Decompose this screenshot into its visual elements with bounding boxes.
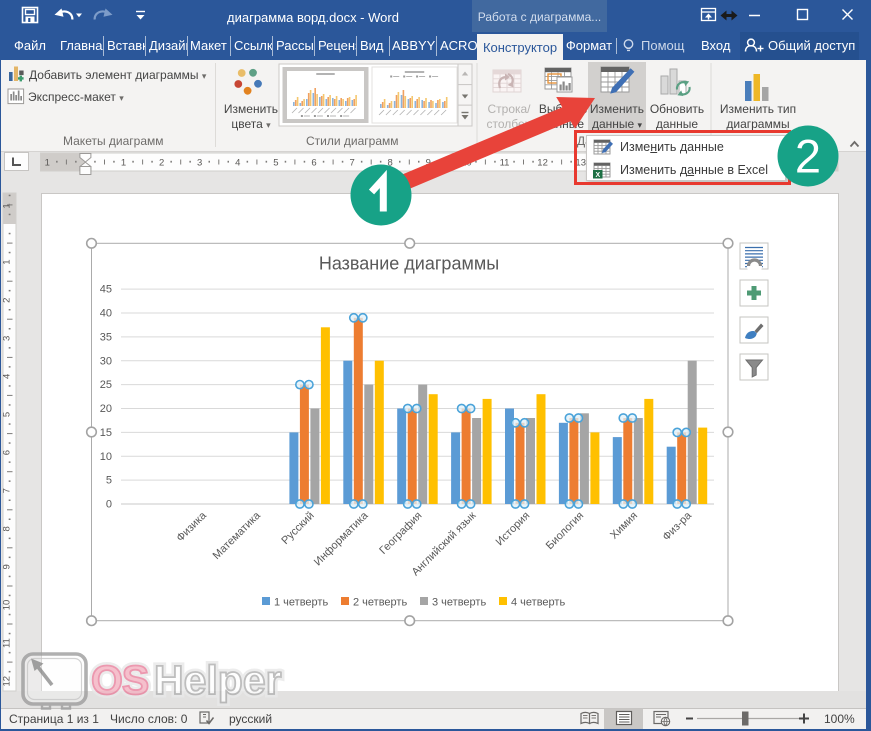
svg-text:Helper: Helper (154, 657, 282, 703)
svg-text:OS: OS (91, 657, 148, 703)
